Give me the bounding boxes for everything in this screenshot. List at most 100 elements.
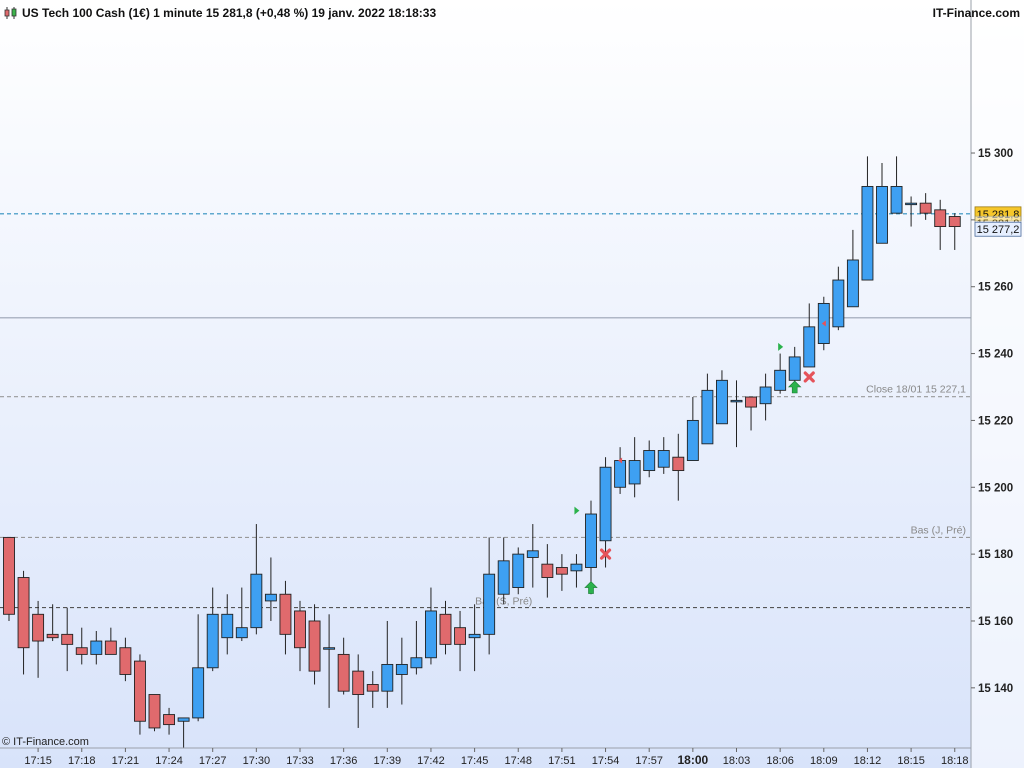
candle-body[interactable]: [425, 610, 437, 659]
y-axis-label: 15 260: [978, 282, 1013, 294]
candle-body[interactable]: [133, 660, 146, 722]
candle-body[interactable]: [497, 560, 510, 595]
candle-body[interactable]: [308, 620, 321, 672]
candle-body[interactable]: [788, 356, 801, 381]
x-axis-label: 17:33: [286, 755, 314, 767]
candle-body[interactable]: [526, 550, 539, 558]
y-axis-label: 15 200: [978, 482, 1013, 494]
candle-body[interactable]: [395, 663, 408, 675]
candle-body[interactable]: [541, 563, 554, 578]
candle-body[interactable]: [323, 647, 336, 650]
candle-body[interactable]: [279, 593, 292, 635]
candle-body[interactable]: [337, 653, 350, 692]
candle-body[interactable]: [585, 513, 597, 568]
x-axis-label: 17:39: [374, 755, 402, 767]
x-axis-label: 18:15: [897, 755, 925, 767]
chart-area[interactable]: Close 18/01 15 227,1 Bas (J, Pré) Bas (S, …: [0, 0, 1024, 768]
x-axis-label: 17:15: [24, 755, 52, 767]
candle-body[interactable]: [235, 627, 248, 639]
y-axis-label: 15 240: [978, 349, 1013, 361]
candle-body[interactable]: [454, 627, 466, 645]
axis-panel: [971, 0, 1024, 768]
y-axis-label: 15 140: [978, 683, 1013, 695]
candle-body[interactable]: [439, 613, 452, 645]
x-axis-label: 18:12: [854, 755, 882, 767]
candle-body[interactable]: [221, 613, 234, 639]
x-axis-label: 17:51: [548, 755, 576, 767]
price-tag-label: 15 277,2: [977, 224, 1020, 236]
candle-body[interactable]: [294, 610, 306, 649]
candle-body[interactable]: [657, 450, 670, 468]
x-axis-label: 17:21: [112, 755, 140, 767]
candle-body[interactable]: [672, 456, 685, 472]
candle-body[interactable]: [716, 379, 728, 425]
candle-body[interactable]: [846, 259, 859, 308]
candle-body[interactable]: [774, 369, 787, 391]
x-axis-label: 17:45: [461, 755, 489, 767]
candle-body[interactable]: [366, 684, 379, 692]
candle-body[interactable]: [410, 657, 423, 669]
x-axis-label: 17:24: [155, 755, 183, 767]
x-axis-label: 17:48: [504, 755, 532, 767]
candle-body[interactable]: [730, 399, 743, 403]
x-axis-label: 17:54: [592, 755, 620, 767]
candle-body[interactable]: [104, 640, 117, 655]
candle-body[interactable]: [570, 563, 583, 572]
candle-body[interactable]: [250, 573, 263, 629]
candle-body[interactable]: [468, 633, 481, 639]
x-axis-label: 17:42: [417, 755, 445, 767]
y-axis-label: 15 300: [978, 148, 1013, 160]
candle-body[interactable]: [90, 640, 103, 655]
y-axis-label: 15 220: [978, 415, 1013, 427]
x-axis-label: 17:36: [330, 755, 358, 767]
candle-body[interactable]: [512, 553, 525, 589]
x-axis-label: 18:03: [723, 755, 751, 767]
x-axis-label: 18:06: [766, 755, 794, 767]
candle-body[interactable]: [919, 202, 932, 214]
candle-body[interactable]: [745, 396, 757, 408]
candle-body[interactable]: [948, 216, 961, 228]
x-axis-label: 17:27: [199, 755, 227, 767]
candle-body[interactable]: [148, 694, 161, 729]
candle-body[interactable]: [686, 419, 699, 461]
candle-body[interactable]: [803, 326, 816, 368]
candle-body[interactable]: [759, 386, 772, 405]
candle-body[interactable]: [861, 185, 874, 281]
price-tag: 15 277,2: [974, 221, 1022, 237]
candle-body[interactable]: [628, 460, 641, 485]
candle-body[interactable]: [832, 279, 845, 328]
x-axis-label: 17:30: [243, 755, 271, 767]
x-axis-label: 18:18: [941, 755, 969, 767]
candle-body[interactable]: [177, 717, 190, 722]
candle-body[interactable]: [17, 577, 30, 649]
candle-body[interactable]: [352, 670, 365, 695]
candle-body[interactable]: [75, 647, 88, 655]
candle-body[interactable]: [206, 613, 219, 669]
x-axis-label: 17:57: [635, 755, 663, 767]
reference-line-label: Bas (J, Pré): [911, 524, 966, 536]
candle-body[interactable]: [483, 573, 496, 635]
candle-body[interactable]: [876, 185, 888, 244]
candle-body[interactable]: [192, 667, 205, 719]
candle-body[interactable]: [643, 450, 656, 472]
candle-body[interactable]: [890, 185, 903, 214]
candle-body[interactable]: [119, 647, 132, 675]
price-chart[interactable]: Close 18/01 15 227,1Bas (J, Pré)Bas (S, …: [0, 0, 1024, 768]
candle-body[interactable]: [3, 536, 15, 615]
candle-body[interactable]: [555, 567, 568, 575]
candle-body[interactable]: [599, 466, 612, 542]
candle-body[interactable]: [905, 202, 918, 206]
candle-body[interactable]: [32, 613, 45, 642]
candle-body[interactable]: [163, 714, 176, 726]
candle-body[interactable]: [934, 209, 947, 228]
candle-body[interactable]: [381, 663, 394, 692]
y-axis-label: 15 160: [978, 616, 1013, 628]
reference-line-label: Close 18/01 15 227,1: [866, 384, 966, 396]
candle-body[interactable]: [61, 633, 74, 645]
candle-body[interactable]: [264, 593, 277, 602]
candle-body[interactable]: [46, 633, 59, 639]
candle-body[interactable]: [614, 460, 627, 488]
candle-body[interactable]: [701, 389, 714, 445]
x-axis-label: 18:09: [810, 755, 838, 767]
y-axis-label: 15 180: [978, 549, 1013, 561]
